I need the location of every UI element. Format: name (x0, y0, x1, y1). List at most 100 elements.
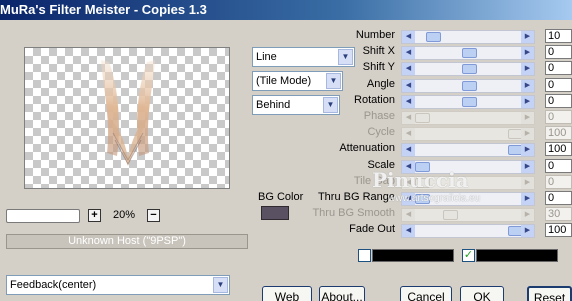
arrow-left-icon[interactable]: ◀ (402, 63, 415, 75)
watermark-text: Pinuccia (372, 168, 469, 192)
color-b-bar[interactable] (476, 249, 558, 262)
feedback-dropdown[interactable]: Feedback(center) ▼ (6, 275, 230, 295)
value-field-number[interactable]: 10 (545, 29, 572, 43)
plus-icon: + (91, 209, 98, 221)
arrow-left-icon[interactable]: ◀ (402, 144, 415, 156)
slider-shift-x[interactable]: ◀ ▶ (401, 46, 535, 60)
slider-number[interactable]: ◀ ▶ (401, 30, 535, 44)
slider-angle[interactable]: ◀ ▶ (401, 79, 535, 93)
value-field-shift-y[interactable]: 0 (545, 61, 572, 75)
slider-thumb[interactable] (462, 48, 477, 58)
value-field-tile-gap: 0 (545, 175, 572, 189)
preview-image (101, 60, 155, 166)
arrow-right-icon[interactable]: ▶ (521, 63, 534, 75)
value-field-phase: 0 (545, 110, 572, 124)
param-label-thru-bg-smooth: Thru BG Smooth (312, 207, 395, 219)
chevron-down-icon: ▼ (213, 277, 228, 293)
value-field-thru-bg-smooth: 30 (545, 207, 572, 221)
arrow-right-icon[interactable]: ▶ (521, 47, 534, 59)
param-label-rotation: Rotation (354, 94, 395, 106)
zoom-out-button[interactable]: − (147, 209, 160, 222)
zoom-percent-label: 20% (113, 209, 136, 221)
slider-thumb[interactable] (462, 81, 477, 91)
slider-thumb (443, 210, 458, 220)
feedback-dropdown-value: Feedback(center) (10, 279, 97, 291)
zoom-in-button[interactable]: + (88, 209, 101, 222)
param-label-attenuation: Attenuation (339, 142, 395, 154)
slider-thumb[interactable] (462, 97, 477, 107)
param-label-cycle: Cycle (367, 126, 395, 138)
slider-phase: ◀ ▶ (401, 111, 535, 125)
arrow-left-icon[interactable]: ◀ (402, 225, 415, 237)
tile-mode-dropdown[interactable]: (Tile Mode) ▼ (252, 71, 343, 91)
arrow-right-icon[interactable]: ▶ (521, 80, 534, 92)
bg-color-label: BG Color (258, 191, 304, 203)
mode-dropdown[interactable]: Line ▼ (252, 47, 355, 67)
arrow-right-icon: ▶ (521, 112, 534, 124)
slider-thumb[interactable] (426, 32, 441, 42)
arrow-left-icon: ◀ (402, 128, 415, 140)
arrow-left-icon: ◀ (402, 209, 415, 221)
zoom-field[interactable] (6, 209, 80, 223)
value-field-shift-x[interactable]: 0 (545, 45, 572, 59)
about-button[interactable]: About... (319, 286, 365, 301)
web-button-label: Web (274, 290, 300, 301)
value-field-scale[interactable]: 0 (545, 159, 572, 173)
order-dropdown[interactable]: Behind ▼ (252, 95, 340, 115)
slider-thumb[interactable] (462, 64, 477, 74)
chevron-down-icon: ▼ (338, 49, 353, 65)
arrow-right-icon[interactable]: ▶ (521, 225, 534, 237)
reset-button-label: Reset (533, 291, 566, 301)
ok-button[interactable]: OK (460, 286, 504, 301)
param-label-phase: Phase (363, 110, 395, 122)
arrow-left-icon[interactable]: ◀ (402, 96, 415, 108)
param-label-thru-bg-range: Thru BG Range (317, 191, 395, 203)
param-label-shift-x: Shift X (362, 45, 395, 57)
param-label-number: Number (355, 29, 395, 41)
arrow-left-icon[interactable]: ◀ (402, 80, 415, 92)
tile-mode-dropdown-value: (Tile Mode) (256, 75, 312, 87)
value-field-rotation[interactable]: 0 (545, 94, 572, 108)
watermark-url: www.artsograficia.eu (388, 193, 481, 204)
about-button-label: About... (321, 290, 363, 301)
chevron-down-icon: ▼ (323, 97, 338, 113)
preview-canvas[interactable] (24, 47, 230, 189)
minus-icon: − (150, 209, 157, 221)
host-status-label: Unknown Host ("9PSP") (6, 234, 248, 249)
color-a-bar[interactable] (372, 249, 454, 262)
reset-button[interactable]: Reset (527, 286, 572, 301)
arrow-right-icon[interactable]: ▶ (521, 193, 534, 205)
color-b-checkbox[interactable]: ✓ (462, 249, 475, 262)
slider-rotation[interactable]: ◀ ▶ (401, 95, 535, 109)
color-a-checkbox[interactable] (358, 249, 371, 262)
param-label-shift-y: Shift Y (362, 61, 395, 73)
arrow-right-icon: ▶ (521, 128, 534, 140)
arrow-left-icon[interactable]: ◀ (402, 31, 415, 43)
value-field-thru-bg-range[interactable]: 0 (545, 191, 572, 205)
bg-color-swatch[interactable] (261, 206, 289, 220)
value-field-angle[interactable]: 0 (545, 78, 572, 92)
arrow-right-icon[interactable]: ▶ (521, 31, 534, 43)
slider-thumb (415, 113, 430, 123)
web-button[interactable]: Web (262, 286, 312, 301)
arrow-right-icon[interactable]: ▶ (521, 144, 534, 156)
param-label-fade-out: Fade Out (349, 223, 395, 235)
slider-thru-bg-smooth: ◀ ▶ (401, 208, 535, 222)
window-title: MuRa's Filter Meister - Copies 1.3 (0, 2, 207, 17)
slider-attenuation[interactable]: ◀ ▶ (401, 143, 535, 157)
arrow-left-icon[interactable]: ◀ (402, 47, 415, 59)
arrow-right-icon[interactable]: ▶ (521, 96, 534, 108)
mode-dropdown-value: Line (256, 51, 277, 63)
cancel-button[interactable]: Cancel (400, 286, 452, 301)
cancel-button-label: Cancel (407, 290, 445, 301)
slider-fade-out[interactable]: ◀ ▶ (401, 224, 535, 238)
slider-shift-y[interactable]: ◀ ▶ (401, 62, 535, 76)
value-field-attenuation[interactable]: 100 (545, 142, 572, 156)
arrow-right-icon: ▶ (521, 209, 534, 221)
checkmark-icon: ✓ (463, 249, 474, 261)
arrow-right-icon: ▶ (521, 177, 534, 189)
value-field-cycle: 100 (545, 126, 572, 140)
arrow-right-icon[interactable]: ▶ (521, 161, 534, 173)
value-field-fade-out[interactable]: 100 (545, 223, 572, 237)
ok-button-label: OK (473, 290, 491, 301)
